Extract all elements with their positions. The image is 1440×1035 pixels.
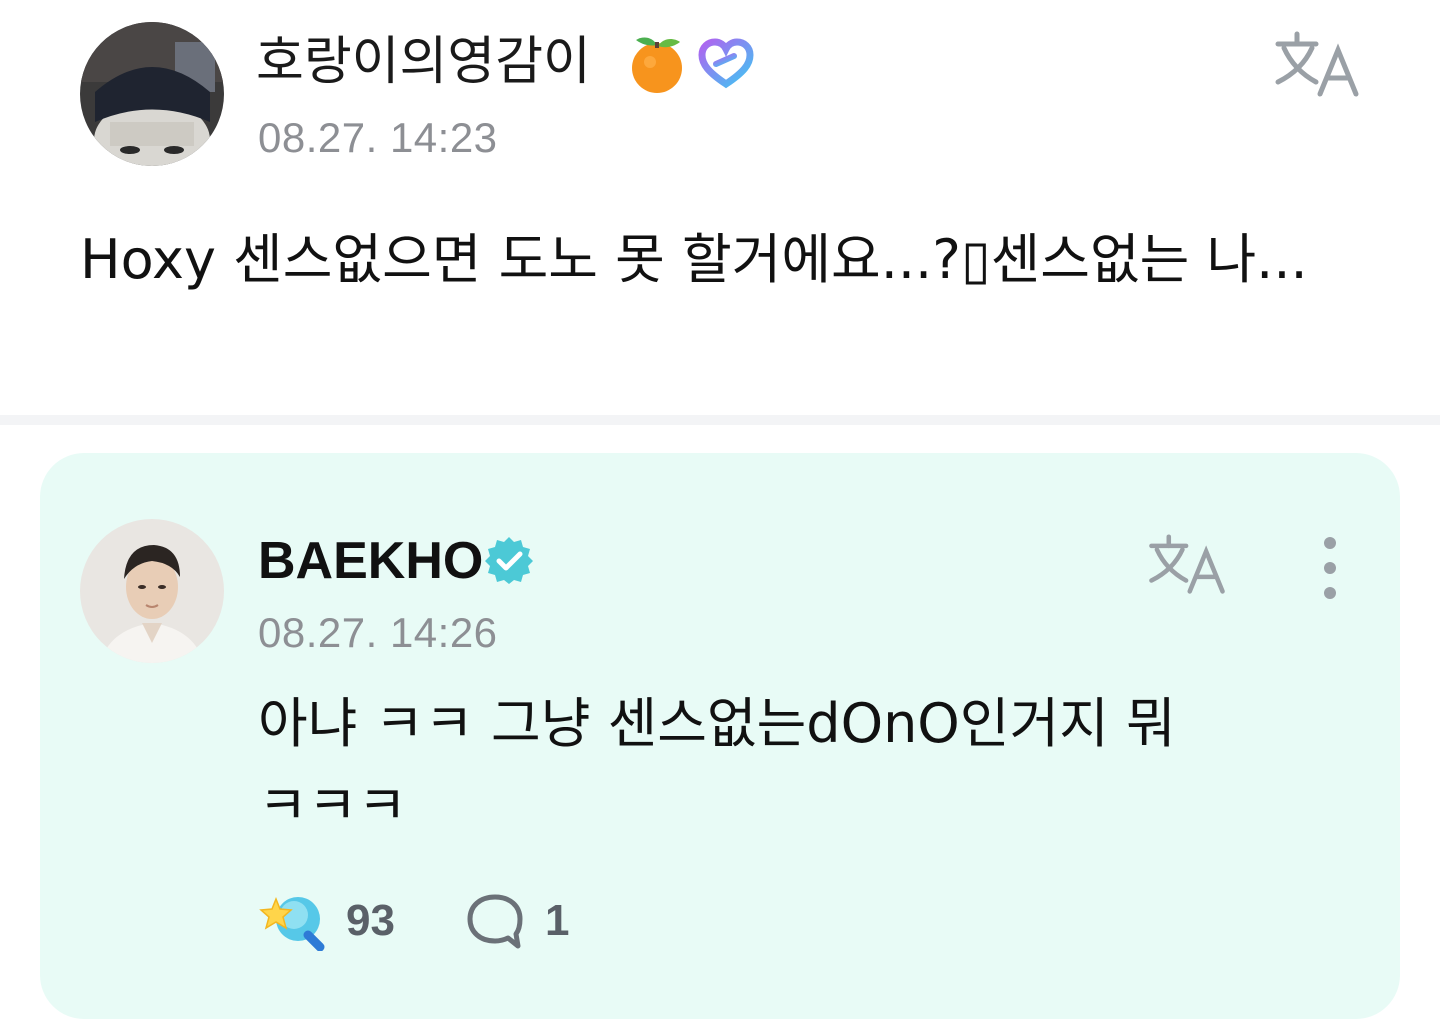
like-button[interactable]: 93 — [258, 891, 395, 951]
post-timestamp: 08.27. 14:23 — [258, 114, 498, 161]
artist-name[interactable]: BAEKHO — [258, 531, 483, 591]
reply-timestamp: 08.27. 14:26 — [258, 609, 498, 656]
reply-body-line: ㅋㅋㅋ — [258, 774, 408, 837]
reply-body-text[interactable]: 아냐 ㅋㅋ 그냥 센스없는dOnO인거지 뭐 ㅋㅋㅋ — [258, 683, 1278, 847]
user-avatar[interactable] — [80, 22, 224, 166]
section-divider — [0, 415, 1440, 425]
avatar-photo — [80, 22, 224, 166]
artist-avatar[interactable] — [80, 519, 224, 663]
like-sticker-icon — [259, 896, 325, 951]
comment-bubble-icon — [467, 894, 523, 949]
translate-button[interactable] — [1146, 533, 1228, 597]
translate-button[interactable] — [1272, 30, 1362, 100]
tangerine-emoji-icon — [632, 37, 682, 93]
verified-badge-icon — [485, 537, 533, 584]
reply-actions: 93 1 — [258, 889, 569, 953]
comment-count: 1 — [544, 896, 570, 945]
comment-button[interactable]: 1 — [465, 891, 569, 951]
author-badges — [628, 34, 754, 94]
more-vertical-icon — [1324, 537, 1336, 599]
artist-avatar-photo — [80, 519, 224, 663]
reply-body-line: 아냐 ㅋㅋ 그냥 센스없는dOnO인거지 뭐 — [258, 692, 1176, 755]
original-post: 호랑이의영감이 08.27. 14:23 Hoxy 센스없으면 도노 못 할거에… — [0, 0, 1440, 415]
more-options-button[interactable] — [1310, 535, 1350, 601]
post-body-text[interactable]: Hoxy 센스없으면 도노 못 할거에요...?▯센스없는 나... — [80, 226, 1380, 294]
like-count: 93 — [346, 896, 395, 945]
translate-icon — [1149, 534, 1225, 594]
artist-reply-card: BAEKHO 08.27. 14:26 아냐 ㅋㅋ 그냥 센스없는dOnO인거지… — [40, 453, 1400, 1019]
membership-heart-icon — [698, 38, 754, 89]
post-author-name[interactable]: 호랑이의영감이 — [256, 32, 591, 92]
translate-icon — [1275, 31, 1359, 97]
